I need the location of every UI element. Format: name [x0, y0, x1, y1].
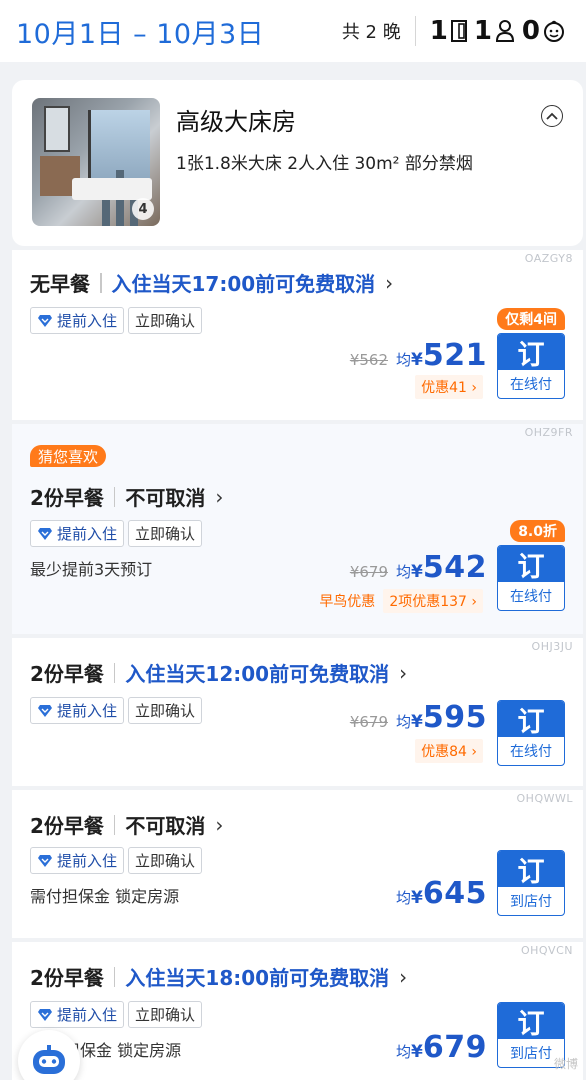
cancel-policy[interactable]: 不可取消	[125, 810, 205, 839]
date-range[interactable]: 10月1日 – 10月3日	[16, 12, 342, 51]
rate-plan[interactable]: OHQVCN 2份早餐 入住当天18:00前可免费取消 › 提前入住 立即确认 …	[12, 942, 583, 1080]
booking-note: 担保金 锁定房源	[64, 1041, 182, 1060]
child-count: 0	[521, 16, 540, 46]
room-photo[interactable]: 4	[32, 98, 160, 226]
early-checkin-tag: 提前入住	[30, 520, 125, 547]
avg-label: 均	[396, 1043, 412, 1061]
instant-confirm-tag: 立即确认	[128, 1001, 203, 1028]
chevron-right-icon: ›	[215, 484, 224, 509]
booking-note: 最少提前3天预订	[30, 560, 153, 579]
price: 542	[422, 550, 487, 585]
currency: ¥	[411, 712, 423, 732]
currency: ¥	[411, 350, 423, 370]
collapse-button[interactable]	[541, 105, 563, 127]
currency: ¥	[411, 888, 423, 908]
guest-selector[interactable]: 1 1 0	[430, 16, 572, 46]
avg-label: 均	[396, 563, 412, 581]
original-price: ¥562	[349, 351, 389, 369]
instant-confirm-tag: 立即确认	[128, 847, 203, 874]
price: 595	[422, 700, 487, 735]
diamond-heart-icon	[38, 314, 52, 327]
book-button[interactable]: 订 在线付	[497, 333, 565, 399]
photo-count-badge: 4	[132, 198, 154, 220]
currency: ¥	[411, 562, 423, 582]
room-card[interactable]: 4 高级大床房 1张1.8米大床 2人入住 30m² 部分禁烟	[12, 80, 583, 246]
breakfast-label: 无早餐	[30, 272, 90, 296]
date-header: 10月1日 – 10月3日 共 2 晚 1 1 0	[0, 0, 586, 62]
recommend-badge: 猜您喜欢	[30, 445, 107, 467]
chevron-right-icon: ›	[399, 964, 408, 989]
plan-code: OAZGY8	[524, 252, 573, 265]
cancel-policy[interactable]: 入住当天17:00前可免费取消	[112, 268, 376, 297]
early-checkin-tag: 提前入住	[30, 1001, 125, 1028]
discount-link[interactable]: 优惠41 ›	[415, 375, 483, 399]
book-button[interactable]: 订 到店付	[497, 850, 565, 916]
chevron-right-icon: ›	[399, 660, 408, 685]
diamond-heart-icon	[38, 854, 52, 867]
currency: ¥	[411, 1042, 423, 1062]
room-details: 1张1.8米大床 2人入住 30m² 部分禁烟	[176, 154, 473, 174]
child-face-icon	[544, 20, 564, 42]
early-checkin-tag: 提前入住	[30, 307, 125, 334]
avg-label: 均	[396, 889, 412, 907]
nights-count: 共 2 晚	[341, 22, 401, 43]
diamond-heart-icon	[38, 704, 52, 717]
watermark: 微博	[553, 1057, 578, 1071]
header-divider	[414, 16, 416, 46]
discount-link[interactable]: 优惠84 ›	[415, 739, 483, 763]
rate-plan[interactable]: OHZ9FR 猜您喜欢 2份早餐 不可取消 › 提前入住 立即确认 最少提前3天…	[12, 424, 583, 634]
door-icon	[450, 20, 467, 42]
price: 645	[422, 876, 487, 911]
plan-code: OHQVCN	[520, 944, 573, 957]
price: 679	[422, 1030, 487, 1065]
plan-code: OHQWWL	[516, 792, 573, 805]
instant-confirm-tag: 立即确认	[128, 307, 203, 334]
discount-badge: 8.0折	[510, 520, 565, 542]
discount-link[interactable]: 2项优惠137 ›	[383, 589, 483, 613]
robot-icon	[33, 1045, 65, 1074]
room-count: 1	[429, 16, 448, 46]
diamond-heart-icon	[38, 527, 52, 540]
avg-label: 均	[396, 351, 412, 369]
instant-confirm-tag: 立即确认	[128, 520, 203, 547]
breakfast-label: 2份早餐	[30, 662, 104, 686]
book-button[interactable]: 订 在线付	[497, 545, 565, 611]
instant-confirm-tag: 立即确认	[128, 697, 203, 724]
person-icon	[495, 20, 514, 42]
avg-label: 均	[396, 713, 412, 731]
early-checkin-tag: 提前入住	[30, 847, 125, 874]
plan-code: OHJ3JU	[531, 640, 573, 653]
chevron-right-icon: ›	[385, 270, 394, 295]
breakfast-label: 2份早餐	[30, 966, 104, 990]
breakfast-label: 2份早餐	[30, 486, 104, 510]
diamond-heart-icon	[38, 1008, 52, 1021]
room-title: 高级大床房	[176, 108, 296, 136]
original-price: ¥679	[349, 713, 389, 731]
breakfast-label: 2份早餐	[30, 814, 104, 838]
cancel-policy[interactable]: 不可取消	[125, 482, 205, 511]
rooms-left-badge: 仅剩4间	[497, 308, 565, 330]
cancel-policy[interactable]: 入住当天18:00前可免费取消	[125, 962, 389, 991]
chevron-up-icon	[546, 112, 558, 120]
price: 521	[422, 338, 487, 373]
rate-plan[interactable]: OHQWWL 2份早餐 不可取消 › 提前入住 立即确认 需付担保金 锁定房源 …	[12, 790, 583, 938]
cancel-policy[interactable]: 入住当天12:00前可免费取消	[125, 658, 389, 687]
adult-count: 1	[473, 16, 492, 46]
booking-note: 需付担保金 锁定房源	[30, 887, 180, 906]
plan-code: OHZ9FR	[524, 426, 573, 439]
rate-plan[interactable]: OAZGY8 无早餐 入住当天17:00前可免费取消 › 提前入住 立即确认 仅…	[12, 250, 583, 420]
early-bird-label: 早鸟优惠	[319, 594, 376, 610]
early-checkin-tag: 提前入住	[30, 697, 125, 724]
chevron-right-icon: ›	[215, 812, 224, 837]
original-price: ¥679	[349, 563, 389, 581]
rate-plan[interactable]: OHJ3JU 2份早餐 入住当天12:00前可免费取消 › 提前入住 立即确认 …	[12, 638, 583, 786]
book-button[interactable]: 订 在线付	[497, 700, 565, 766]
